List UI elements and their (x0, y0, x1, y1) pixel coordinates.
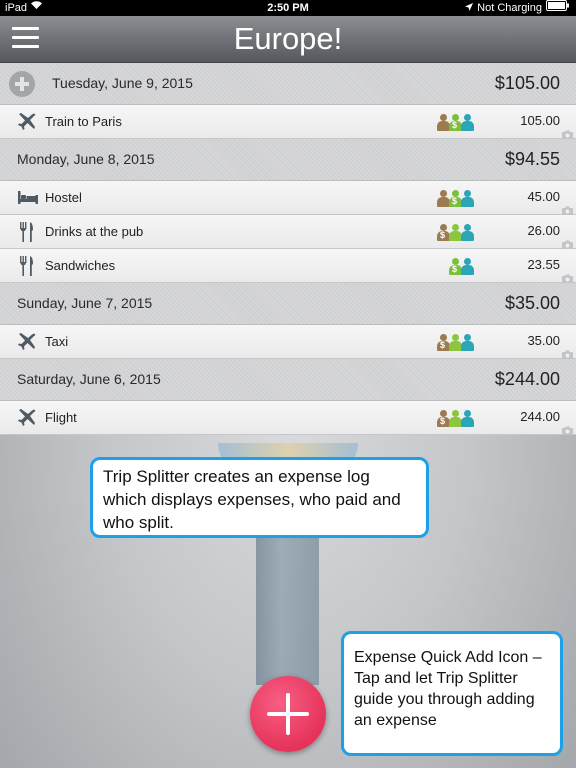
day-total: $244.00 (494, 369, 560, 389)
split-person-icon (461, 334, 474, 352)
camera-icon[interactable] (562, 346, 573, 359)
camera-icon[interactable] (562, 202, 573, 215)
split-person-icon (461, 224, 474, 242)
trip-title: Europe! (233, 21, 343, 56)
participants-icons: $ (437, 114, 474, 132)
expense-row[interactable]: Drinks at the pub $26.00 (0, 215, 576, 249)
expense-row[interactable]: Flight $244.00 (0, 401, 576, 435)
header-bar: Europe! (0, 16, 576, 63)
expense-name: Sandwiches (45, 258, 116, 273)
expense-name: Train to Paris (45, 114, 122, 129)
add-expense-day-button[interactable] (9, 71, 35, 97)
day-total: $105.00 (494, 73, 560, 93)
split-person-icon (461, 114, 474, 132)
expense-row[interactable]: Taxi $35.00 (0, 325, 576, 359)
expense-name: Flight (45, 410, 77, 425)
split-person-icon (461, 258, 474, 276)
participants-icons: $ (449, 258, 474, 276)
day-total: $35.00 (504, 293, 560, 313)
participants-icons: $ (437, 190, 474, 208)
airplane-icon (17, 407, 37, 427)
camera-icon[interactable] (562, 236, 573, 249)
camera-icon[interactable] (562, 126, 573, 139)
day-date: Monday, June 8, 2015 (17, 151, 155, 167)
airplane-icon (17, 111, 37, 131)
expense-amount: 105.00 (520, 113, 560, 128)
day-header: Saturday, June 6, 2015 $244.00 (0, 359, 576, 401)
expense-name: Taxi (45, 334, 69, 349)
expense-list: Tuesday, June 9, 2015 $105.00 Train to Par… (0, 63, 576, 435)
camera-icon[interactable] (562, 270, 573, 283)
day-header: Monday, June 8, 2015 $94.55 (0, 139, 576, 181)
expense-log-callout: Trip Splitter creates an expense log whi… (90, 457, 429, 538)
expense-row[interactable]: Hostel $45.00 (0, 181, 576, 215)
split-person-icon (461, 410, 474, 428)
fork-knife-icon (17, 255, 37, 276)
day-date: Sunday, June 7, 2015 (17, 295, 153, 311)
split-person-icon (461, 190, 474, 208)
bed-icon (17, 187, 38, 207)
expense-amount: 244.00 (520, 409, 560, 424)
fork-knife-icon (17, 221, 37, 242)
quick-add-callout: Expense Quick Add Icon – Tap and let Tri… (341, 631, 563, 756)
camera-icon[interactable] (562, 422, 573, 435)
expense-amount: 26.00 (527, 223, 560, 238)
expense-row[interactable]: Sandwiches $23.55 (0, 249, 576, 283)
status-bar: iPad 2:50 PM Not Charging (0, 0, 576, 16)
expense-name: Hostel (45, 190, 82, 205)
day-date: Tuesday, June 9, 2015 (52, 75, 193, 91)
participants-icons: $ (437, 410, 474, 428)
day-total: $94.55 (504, 149, 560, 169)
location-arrow-icon (465, 0, 474, 16)
expense-amount: 35.00 (527, 333, 560, 348)
day-header: Tuesday, June 9, 2015 $105.00 (0, 63, 576, 105)
quick-add-expense-button[interactable] (250, 676, 326, 752)
expense-row[interactable]: Train to Paris $105.00 (0, 105, 576, 139)
day-header: Sunday, June 7, 2015 $35.00 (0, 283, 576, 325)
battery-icon (546, 0, 570, 16)
charging-status: Not Charging (477, 2, 542, 14)
participants-icons: $ (437, 224, 474, 242)
airplane-icon (17, 331, 37, 351)
day-date: Saturday, June 6, 2015 (17, 371, 161, 387)
expense-amount: 23.55 (527, 257, 560, 272)
participants-icons: $ (437, 334, 474, 352)
expense-name: Drinks at the pub (45, 224, 144, 239)
expense-amount: 45.00 (527, 189, 560, 204)
